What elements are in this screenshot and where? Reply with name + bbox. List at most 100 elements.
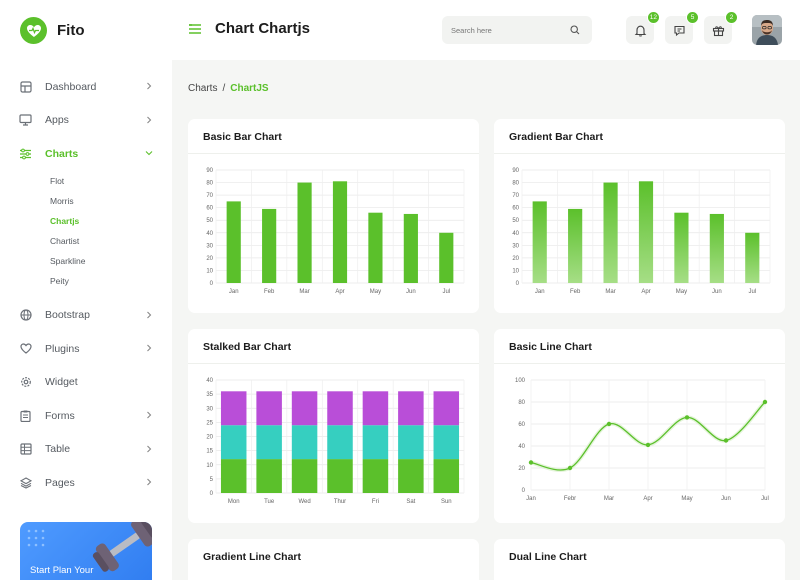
stacked-bar-chart-card: Stalked Bar Chart 0 5 10 15 20 25 30 35 40 Mon Tue… [188,329,479,523]
submenu-item-morris[interactable]: Morris [50,191,172,211]
gradient-bar-chart-card: Gradient Bar Chart 0 10 20 30 40 50 60 70 80 90 Ja… [494,119,785,313]
x-tick-label: Wed [298,499,310,505]
x-tick-label: Thur [334,499,346,505]
chevron-down-icon [145,151,153,156]
y-tick-label: 20 [512,256,519,262]
sliders-icon [19,147,32,160]
x-tick-label: Mar [604,496,614,502]
breadcrumb-parent[interactable]: Charts [188,83,217,94]
user-avatar-icon [752,15,782,45]
bar [368,212,383,283]
stacked-bar-segment [398,391,424,426]
x-tick-label: Apr [641,289,650,295]
gradient-line-chart-card: Gradient Line Chart [188,539,479,580]
message-count-badge: 5 [686,11,699,24]
y-tick-label: 70 [512,193,519,199]
stacked-bar-segment [327,459,353,493]
sidebar-item-label: Table [45,443,71,456]
sidebar-item-label: Apps [45,114,69,127]
sidebar-item-plugins[interactable]: Plugins [0,332,172,366]
y-tick-label: 50 [512,218,519,224]
sidebar-item-table[interactable]: Table [0,433,172,467]
stacked-bar-segment [291,425,318,460]
submenu-item-chartist[interactable]: Chartist [50,231,172,251]
dual-line-chart-card: Dual Line Chart [494,539,785,580]
bell-icon [634,25,646,37]
brand-name: Fito [57,22,85,39]
charts-submenu: Flot Morris Chartjs Chartist Sparkline P… [0,171,172,291]
search-box [442,16,592,44]
submenu-item-flot[interactable]: Flot [50,171,172,191]
search-icon[interactable] [570,25,580,35]
notifications-button[interactable]: 12 [626,11,660,44]
sidebar-item-bootstrap[interactable]: Bootstrap [0,299,172,333]
x-tick-label: Apr [335,289,344,295]
y-tick-label: 80 [512,181,519,187]
y-tick-label: 40 [518,444,525,450]
brand[interactable]: Fito [20,17,85,44]
y-tick-label: 50 [206,218,213,224]
search-input[interactable] [442,16,562,44]
y-tick-label: 20 [206,256,213,262]
avatar[interactable] [752,15,782,45]
basic-bar-chart: 0 10 20 30 40 50 60 70 80 90 Jan Feb Mar Apr May Jun Jul [206,168,465,295]
sidebar-item-apps[interactable]: Apps [0,104,172,138]
clipboard-icon [19,409,32,422]
sidebar-item-forms[interactable]: Forms [0,399,172,433]
y-tick-label: 0 [210,281,214,287]
submenu-item-sparkline[interactable]: Sparkline [50,251,172,271]
stacked-bar-segment [327,425,353,460]
y-tick-label: 80 [206,181,213,187]
stacked-bar-segment [256,459,282,493]
basic-line-chart-card: Basic Line Chart 0 20 40 60 80 100 Jan Febr Mar A… [494,329,785,523]
sidebar-item-dashboard[interactable]: Dashboard [0,70,172,104]
y-tick-label: 90 [206,168,213,174]
x-tick-label: Sun [441,499,452,505]
chevron-right-icon [147,445,152,452]
stacked-bar-segment [433,391,460,426]
bar [674,212,689,283]
sidebar-item-label: Bootstrap [45,309,90,322]
promo-text: Start Plan Your [30,565,94,576]
gifts-button[interactable]: 2 [704,11,738,44]
bar [568,208,583,283]
submenu-item-chartjs[interactable]: Chartjs [50,211,172,231]
card-title: Stalked Bar Chart [203,341,292,353]
messages-button[interactable]: 5 [665,11,699,44]
stacked-bar-segment [256,391,282,426]
promo-card[interactable]: Start Plan Your [20,522,152,580]
y-tick-label: 0 [210,491,214,497]
stacked-bar-segment [398,459,424,493]
card-title: Gradient Line Chart [203,551,302,563]
sidebar-item-label: Forms [45,409,75,422]
sidebar-item-widget[interactable]: Widget [0,366,172,400]
dots-pattern-icon [27,529,45,547]
dumbbell-icon [92,522,152,572]
data-point [645,442,651,448]
y-tick-label: 5 [210,477,214,483]
submenu-item-peity[interactable]: Peity [50,271,172,291]
menu-toggle-icon[interactable] [188,22,202,36]
bar [403,213,418,283]
x-tick-label: Jun [721,496,731,502]
gradient-bar-chart: 0 10 20 30 40 50 60 70 80 90 Jan Feb Mar Apr May Jun Jul [512,168,771,295]
sidebar-item-label: Pages [45,476,75,489]
x-tick-label: Mar [605,289,615,295]
bar [439,232,454,283]
x-tick-label: Feb [264,289,275,295]
chat-icon [673,25,685,36]
data-point [528,460,534,465]
x-tick-label: Sat [406,499,415,505]
monitor-icon [19,114,32,127]
y-tick-label: 40 [206,378,213,384]
sidebar-item-charts[interactable]: Charts [0,137,172,171]
stacked-bar-segment [327,391,353,426]
gift-count-badge: 2 [725,11,738,24]
x-tick-label: Jan [526,496,536,502]
breadcrumb: Charts / ChartJS [188,83,269,94]
x-tick-label: Mar [299,289,309,295]
bar [532,201,547,283]
y-tick-label: 70 [206,193,213,199]
sidebar-item-pages[interactable]: Pages [0,466,172,500]
table-icon [19,443,32,456]
